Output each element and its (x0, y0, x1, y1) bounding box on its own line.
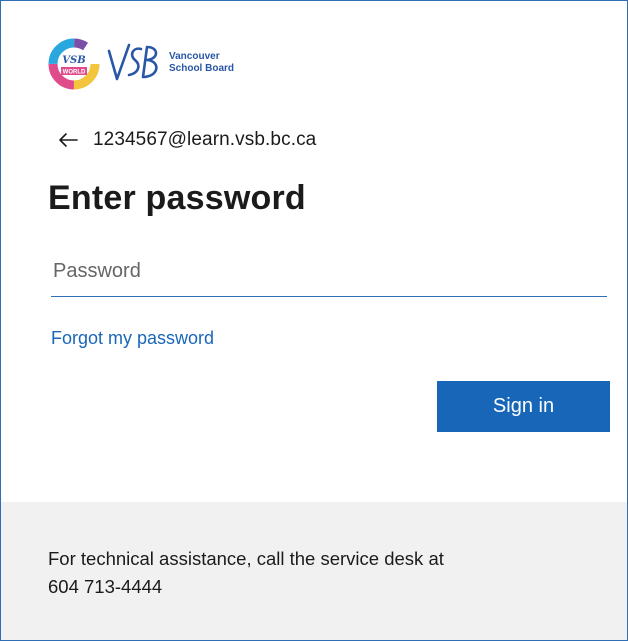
sign-in-card: VSB WORLD Vancouver School Board 1234567… (0, 0, 628, 641)
footer: For technical assistance, call the servi… (1, 502, 627, 640)
vsb-world-logo-icon: VSB WORLD (48, 38, 100, 90)
svg-text:WORLD: WORLD (63, 70, 86, 76)
svg-text:VSB: VSB (62, 55, 85, 66)
organization-logo: VSB WORLD Vancouver School Board (47, 38, 234, 90)
password-input[interactable] (51, 247, 607, 297)
account-identity: 1234567@learn.vsb.bc.ca (57, 129, 316, 151)
account-email: 1234567@learn.vsb.bc.ca (93, 129, 317, 150)
page-title: Enter password (48, 179, 306, 217)
support-phone: 604 713-4444 (48, 576, 163, 597)
vsb-mark-icon (107, 43, 158, 81)
support-line: For technical assistance, call the servi… (48, 548, 444, 569)
support-info: For technical assistance, call the servi… (48, 545, 588, 601)
organization-name: Vancouver School Board (169, 51, 234, 75)
org-name-line1: Vancouver (169, 51, 220, 62)
forgot-password-link[interactable]: Forgot my password (51, 328, 214, 349)
org-name-line2: School Board (169, 63, 235, 74)
sign-in-button[interactable]: Sign in (437, 381, 610, 432)
arrow-left-icon[interactable] (57, 132, 79, 148)
